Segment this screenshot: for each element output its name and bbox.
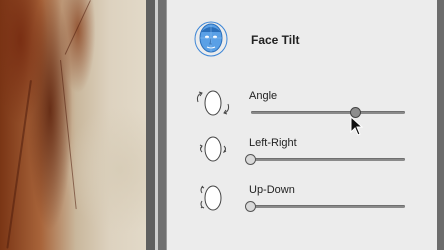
mouse-cursor-icon <box>350 116 364 136</box>
left-right-slider-thumb[interactable] <box>245 153 256 165</box>
hair-strand <box>6 80 32 249</box>
face-tilt-panel: Face Tilt Angle Left-Right Up-Down <box>166 0 438 250</box>
face-left-right-icon <box>199 136 227 162</box>
face-mesh-icon <box>194 21 228 57</box>
slider-label-up-down: Up-Down <box>249 184 295 196</box>
left-right-slider-track[interactable] <box>245 153 405 165</box>
slider-label-angle: Angle <box>249 90 278 102</box>
up-down-slider-thumb[interactable] <box>245 200 256 212</box>
hair-strand <box>64 0 91 55</box>
angle-slider-track[interactable] <box>251 106 405 118</box>
panel-title: Face Tilt <box>251 33 300 47</box>
photo-canvas <box>0 0 146 250</box>
panel-scrollbar-edge <box>437 0 444 250</box>
face-rotate-icon <box>196 90 230 116</box>
face-up-down-icon <box>200 185 222 211</box>
panel-divider-shadow <box>158 0 166 250</box>
panel-divider <box>146 0 155 250</box>
up-down-slider-track[interactable] <box>245 200 405 212</box>
slider-label-left-right: Left-Right <box>249 137 297 149</box>
hair-strand <box>60 59 77 210</box>
